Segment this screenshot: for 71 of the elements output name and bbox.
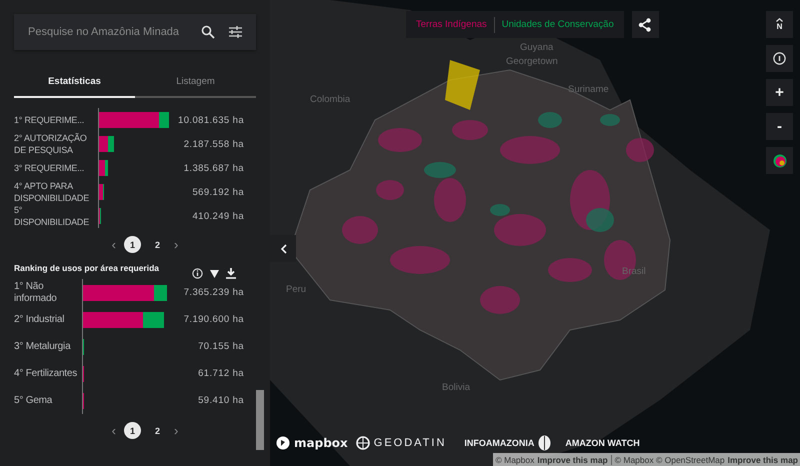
row-value: 59.410 ha [197, 395, 245, 406]
map-place-label: Suriname [568, 84, 609, 95]
leaf-icon [538, 435, 552, 451]
improve-map-link[interactable]: Improve this map [728, 454, 798, 464]
row-value: 7.365.239 ha [182, 287, 245, 298]
row-label: 3° Metalurgia [14, 340, 72, 352]
map-place-label: Bolivia [442, 382, 470, 393]
page-button[interactable]: 1 [124, 236, 141, 253]
next-page-button[interactable]: › [174, 423, 178, 438]
improve-map-link[interactable]: Improve this map [537, 454, 608, 464]
row-label: 3° REQUERIME... [14, 162, 86, 174]
page-button[interactable]: 2 [149, 422, 166, 439]
layer-toggle[interactable]: Unidades de Conservação [494, 19, 621, 30]
row-value: 70.155 ha [197, 341, 245, 352]
row-value: 1.385.687 ha [182, 162, 245, 174]
row-label: 2° AUTORIZAÇÃO DE PESQUISA [14, 132, 88, 156]
collapse-panel-button[interactable] [270, 235, 296, 262]
download-icon[interactable] [226, 268, 236, 279]
legend-button[interactable] [766, 147, 793, 174]
map-place-label: Georgetown [506, 56, 558, 67]
compass-button[interactable]: N [766, 11, 793, 38]
zoom-in-button[interactable]: + [766, 79, 793, 106]
map-place-label: Colombia [310, 94, 350, 105]
zoom-out-button[interactable]: - [766, 113, 793, 140]
globe-icon [356, 436, 370, 450]
scrollbar-thumb[interactable] [256, 390, 264, 450]
row-label: 4° APTO PARA DISPONIBILIDADE [14, 180, 90, 204]
legend-circles-icon [772, 154, 786, 168]
map-place-label: Guyana [520, 42, 554, 53]
filter-sliders-icon[interactable] [229, 26, 242, 38]
row-value: 410.249 ha [191, 210, 245, 222]
row-label: 2° Industrial [14, 314, 66, 326]
logo-text: mapbox [294, 436, 348, 450]
logo-text: AMAZON WATCH [565, 438, 640, 448]
share-icon [638, 18, 652, 32]
row-label: 4° Fertilizantes [14, 368, 78, 380]
map-place-label: Peru [286, 284, 306, 295]
logo-text: GEODATIN [374, 437, 446, 449]
next-page-button[interactable]: › [174, 237, 178, 252]
row-value: 2.187.558 ha [182, 138, 245, 150]
page-button[interactable]: 2 [149, 236, 166, 253]
row-label: 1° Não informado [14, 280, 58, 304]
search-icon[interactable] [201, 25, 215, 39]
dropdown-triangle-icon[interactable] [210, 270, 219, 278]
share-button[interactable] [632, 11, 659, 38]
layer-toggle[interactable]: Terras Indígenas [409, 19, 494, 30]
info-button[interactable] [766, 45, 793, 72]
attribution-text: © Mapbox [495, 454, 534, 464]
tab[interactable]: Estatísticas [14, 70, 135, 98]
caret-up-icon [776, 18, 783, 22]
tab[interactable]: Listagem [135, 70, 256, 98]
logo-text: INFOAMAZONIA [464, 438, 534, 448]
search-input[interactable]: Pesquise no Amazônia Minada [28, 26, 187, 38]
row-value: 569.192 ha [191, 186, 245, 198]
row-label: 5° DISPONIBILIDADE [14, 204, 90, 228]
info-icon[interactable] [192, 268, 203, 279]
info-icon [773, 52, 786, 65]
row-value: 10.081.635 ha [177, 114, 245, 126]
row-value: 61.712 ha [197, 368, 245, 379]
section-title: Ranking de usos por área requerida [14, 263, 160, 273]
search-field[interactable]: Pesquise no Amazônia Minada [14, 14, 256, 50]
attribution-text: © Mapbox © OpenStreetMap [614, 454, 725, 464]
previous-page-button[interactable]: ‹ [112, 237, 116, 252]
page-button[interactable]: 1 [124, 422, 141, 439]
row-label: 5° Gema [14, 394, 54, 406]
mapbox-logo-icon [276, 436, 290, 450]
row-value: 7.190.600 ha [182, 314, 245, 325]
map-place-label: Brasil [622, 266, 646, 277]
previous-page-button[interactable]: ‹ [112, 423, 116, 438]
chevron-left-icon [280, 244, 286, 254]
row-label: 1° REQUERIME... [14, 114, 86, 126]
